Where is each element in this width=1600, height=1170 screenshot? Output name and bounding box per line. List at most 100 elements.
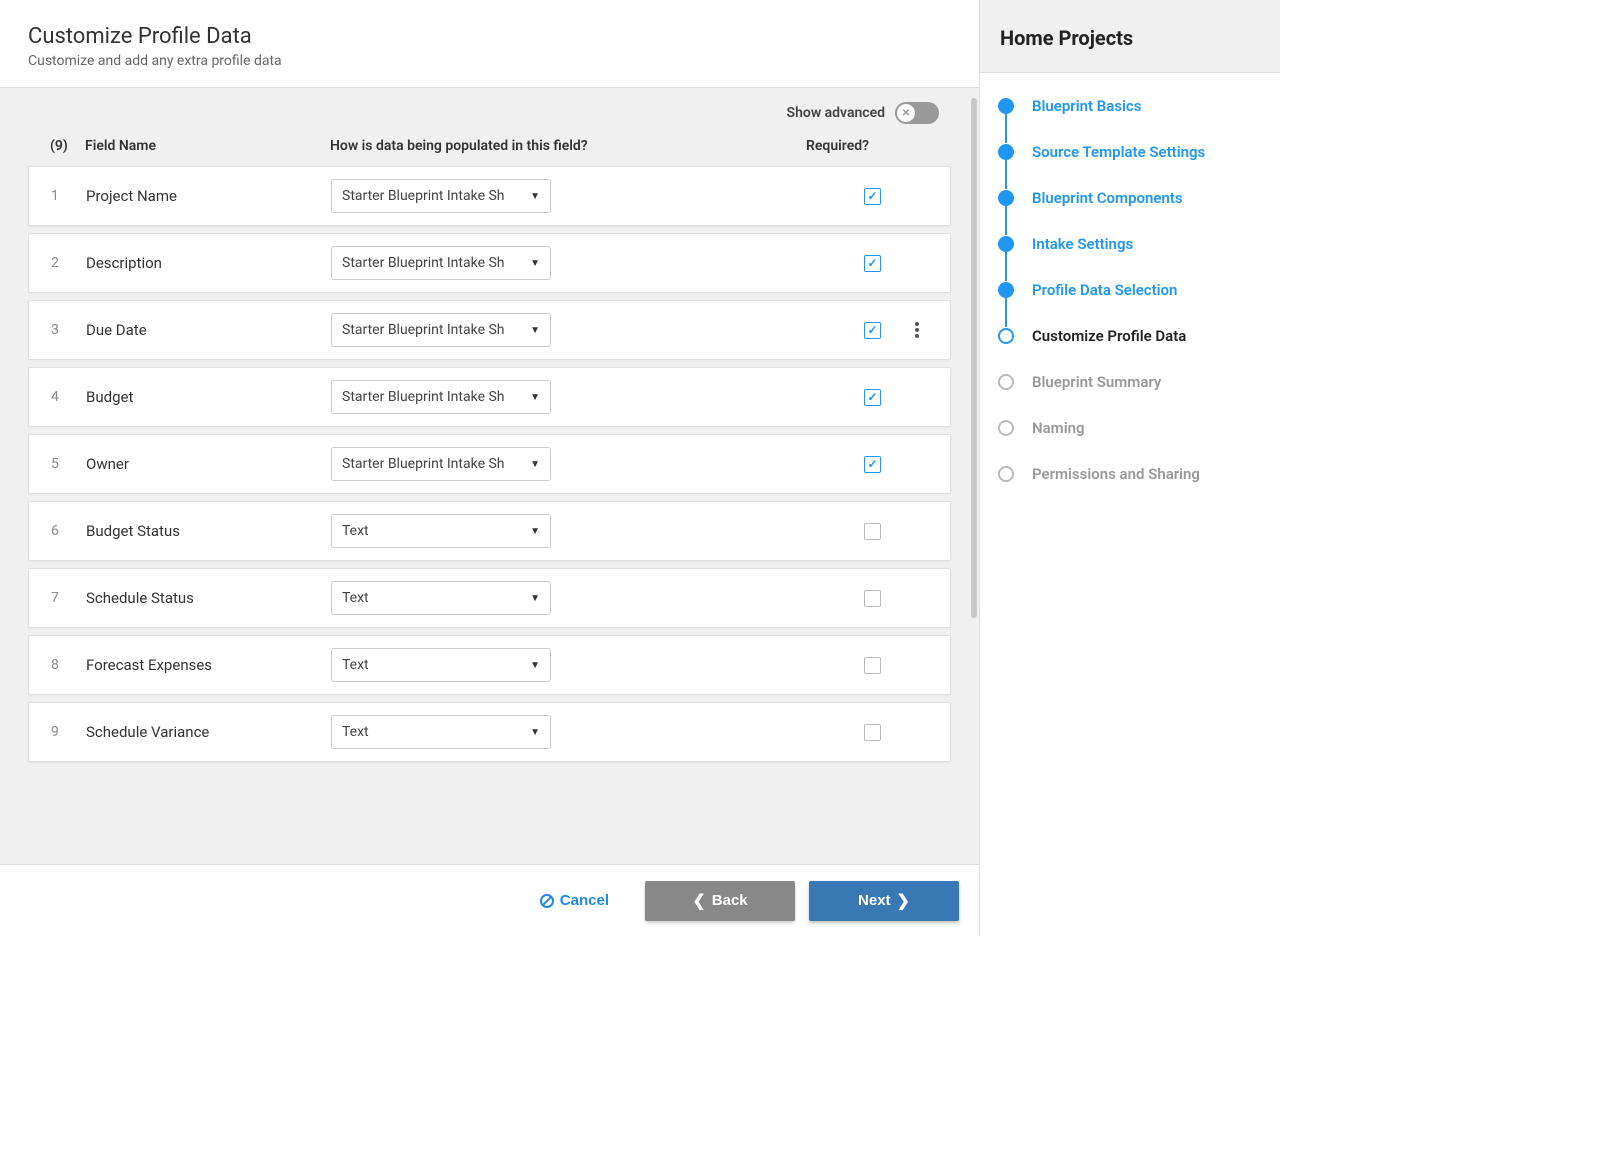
field-name: Project Name — [86, 187, 331, 205]
table-row: 6 Budget Status Text ▼ — [28, 501, 951, 561]
step-dot-icon — [998, 144, 1014, 160]
show-advanced-label: Show advanced — [787, 105, 885, 121]
populated-dropdown[interactable]: Starter Blueprint Intake Sh ▼ — [331, 246, 551, 280]
caret-down-icon: ▼ — [530, 459, 540, 470]
caret-down-icon: ▼ — [530, 526, 540, 537]
dropdown-value: Text — [342, 724, 522, 740]
required-checkbox[interactable] — [864, 255, 881, 272]
step-connector — [1005, 251, 1007, 281]
column-field-name: Field Name — [85, 138, 330, 154]
content-area: Show advanced ✕ (9) Field Name How is da… — [0, 88, 979, 864]
wizard-step[interactable]: Blueprint Basics — [998, 97, 1262, 143]
required-checkbox[interactable] — [864, 523, 881, 540]
dropdown-value: Starter Blueprint Intake Sh — [342, 188, 522, 204]
sidebar-title: Home Projects — [1000, 26, 1260, 50]
step-dot-icon — [998, 466, 1014, 482]
wizard-step[interactable]: Profile Data Selection — [998, 281, 1262, 327]
wizard-step[interactable]: Blueprint Components — [998, 189, 1262, 235]
row-index: 3 — [41, 322, 86, 338]
row-index: 5 — [41, 456, 86, 472]
caret-down-icon: ▼ — [530, 325, 540, 336]
required-checkbox[interactable] — [864, 389, 881, 406]
caret-down-icon: ▼ — [530, 727, 540, 738]
dropdown-value: Text — [342, 590, 522, 606]
next-button[interactable]: Next ❯ — [809, 881, 959, 921]
dropdown-value: Starter Blueprint Intake Sh — [342, 389, 522, 405]
step-dot-icon — [998, 236, 1014, 252]
wizard-step[interactable]: Intake Settings — [998, 235, 1262, 281]
dropdown-value: Starter Blueprint Intake Sh — [342, 456, 522, 472]
scrollbar-thumb[interactable] — [971, 98, 977, 618]
dropdown-value: Starter Blueprint Intake Sh — [342, 322, 522, 338]
populated-dropdown[interactable]: Starter Blueprint Intake Sh ▼ — [331, 179, 551, 213]
wizard-step: Naming — [998, 419, 1262, 465]
required-checkbox[interactable] — [864, 188, 881, 205]
step-connector — [1005, 297, 1007, 327]
step-label: Source Template Settings — [1032, 143, 1205, 161]
row-index: 9 — [41, 724, 86, 740]
field-name: Schedule Variance — [86, 723, 331, 741]
show-advanced-toggle[interactable]: ✕ — [895, 102, 939, 124]
row-index: 4 — [41, 389, 86, 405]
required-checkbox[interactable] — [864, 456, 881, 473]
field-name: Due Date — [86, 321, 331, 339]
step-connector — [1005, 343, 1007, 373]
populated-dropdown[interactable]: Text ▼ — [331, 715, 551, 749]
caret-down-icon: ▼ — [530, 593, 540, 604]
populated-dropdown[interactable]: Starter Blueprint Intake Sh ▼ — [331, 313, 551, 347]
row-index: 8 — [41, 657, 86, 673]
wizard-step[interactable]: Source Template Settings — [998, 143, 1262, 189]
field-name: Schedule Status — [86, 589, 331, 607]
dropdown-value: Text — [342, 657, 522, 673]
wizard-step[interactable]: Customize Profile Data — [998, 327, 1262, 373]
step-dot-icon — [998, 98, 1014, 114]
next-button-label: Next — [858, 892, 891, 909]
cancel-icon — [540, 894, 554, 908]
table-row: 8 Forecast Expenses Text ▼ — [28, 635, 951, 695]
cancel-button-label: Cancel — [560, 892, 609, 909]
field-name: Owner — [86, 455, 331, 473]
table-row: 5 Owner Starter Blueprint Intake Sh ▼ — [28, 434, 951, 494]
step-label: Naming — [1032, 419, 1085, 437]
required-checkbox[interactable] — [864, 657, 881, 674]
cancel-button[interactable]: Cancel — [518, 881, 631, 921]
column-count: (9) — [40, 138, 85, 154]
table-header: (9) Field Name How is data being populat… — [0, 124, 979, 166]
step-dot-icon — [998, 374, 1014, 390]
back-button[interactable]: ❮ Back — [645, 881, 795, 921]
required-checkbox[interactable] — [864, 590, 881, 607]
populated-dropdown[interactable]: Starter Blueprint Intake Sh ▼ — [331, 380, 551, 414]
populated-dropdown[interactable]: Starter Blueprint Intake Sh ▼ — [331, 447, 551, 481]
row-menu-icon[interactable] — [911, 318, 923, 342]
toggle-knob-off-icon: ✕ — [897, 104, 915, 122]
dropdown-value: Text — [342, 523, 522, 539]
populated-dropdown[interactable]: Text ▼ — [331, 581, 551, 615]
caret-down-icon: ▼ — [530, 191, 540, 202]
step-label: Profile Data Selection — [1032, 281, 1177, 299]
row-index: 7 — [41, 590, 86, 606]
field-name: Budget Status — [86, 522, 331, 540]
populated-dropdown[interactable]: Text ▼ — [331, 648, 551, 682]
step-dot-icon — [998, 328, 1014, 344]
field-name: Budget — [86, 388, 331, 406]
step-dot-icon — [998, 282, 1014, 298]
row-index: 2 — [41, 255, 86, 271]
required-checkbox[interactable] — [864, 724, 881, 741]
step-dot-icon — [998, 190, 1014, 206]
step-connector — [1005, 113, 1007, 143]
wizard-step: Blueprint Summary — [998, 373, 1262, 419]
page-header: Customize Profile Data Customize and add… — [0, 0, 979, 88]
table-row: 7 Schedule Status Text ▼ — [28, 568, 951, 628]
step-label: Permissions and Sharing — [1032, 465, 1200, 483]
populated-dropdown[interactable]: Text ▼ — [331, 514, 551, 548]
required-checkbox[interactable] — [864, 322, 881, 339]
caret-down-icon: ▼ — [530, 392, 540, 403]
field-name: Description — [86, 254, 331, 272]
footer: Cancel ❮ Back Next ❯ — [0, 864, 979, 936]
step-connector — [1005, 435, 1007, 465]
row-index: 6 — [41, 523, 86, 539]
page-subtitle: Customize and add any extra profile data — [28, 53, 951, 69]
step-label: Blueprint Summary — [1032, 373, 1161, 391]
step-label: Blueprint Components — [1032, 189, 1183, 207]
row-index: 1 — [41, 188, 86, 204]
